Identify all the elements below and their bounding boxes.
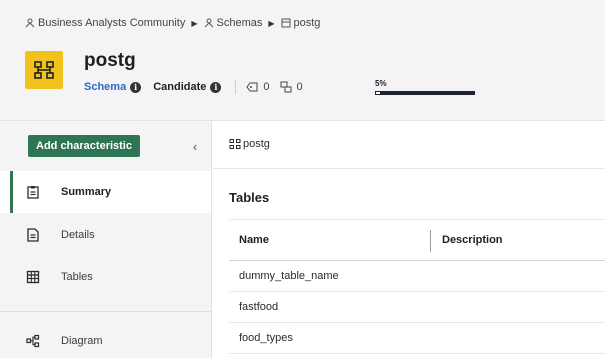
asset-header: Business Analysts Community ▶ Schemas ▶ … bbox=[0, 0, 605, 121]
asset-name: postg bbox=[243, 138, 270, 150]
sidebar-item-tables[interactable]: Tables bbox=[0, 256, 211, 298]
asset-meta: Schema i Candidate i 0 0 bbox=[84, 80, 303, 94]
table-row[interactable]: fastfood bbox=[229, 292, 605, 323]
breadcrumb-current[interactable]: postg bbox=[281, 17, 321, 29]
chevron-left-icon[interactable]: ‹ bbox=[188, 137, 202, 155]
divider bbox=[213, 168, 605, 169]
relation-counter[interactable]: 0 bbox=[280, 81, 303, 93]
main-content: postg Tables Name Description dummy_tabl… bbox=[213, 121, 605, 358]
sidebar-item-label: Diagram bbox=[61, 335, 103, 347]
breadcrumb-separator-icon: ▶ bbox=[268, 18, 275, 28]
breadcrumb-schemas-label: Schemas bbox=[216, 17, 263, 29]
sidebar: Add characteristic ‹ Summary Details Tab… bbox=[0, 121, 212, 358]
add-characteristic-button[interactable]: Add characteristic bbox=[28, 135, 140, 157]
breadcrumb-current-label: postg bbox=[293, 17, 321, 29]
asset-type-link[interactable]: Schema bbox=[84, 81, 126, 93]
column-header-name[interactable]: Name bbox=[239, 234, 269, 246]
schema-icon bbox=[25, 51, 63, 89]
info-icon[interactable]: i bbox=[210, 81, 222, 93]
sidebar-item-label: Summary bbox=[61, 186, 112, 198]
column-resize-handle[interactable] bbox=[430, 230, 431, 252]
completeness-label: 5% bbox=[375, 79, 387, 88]
breadcrumb-schemas[interactable]: Schemas bbox=[204, 17, 263, 29]
community-icon bbox=[25, 18, 35, 28]
clipboard-icon bbox=[27, 186, 39, 199]
sidebar-item-summary[interactable]: Summary bbox=[0, 171, 211, 213]
tag-counter[interactable]: 0 bbox=[246, 81, 270, 93]
table-header: Name Description bbox=[229, 219, 605, 261]
table-cell-name[interactable]: fastfood bbox=[239, 301, 278, 313]
table-icon bbox=[26, 270, 40, 284]
breadcrumb-community-label: Business Analysts Community bbox=[38, 17, 186, 29]
tag-icon bbox=[246, 82, 258, 92]
status-label[interactable]: Candidate bbox=[153, 81, 206, 93]
document-icon bbox=[27, 228, 39, 242]
divider bbox=[0, 311, 211, 312]
breadcrumb-community[interactable]: Business Analysts Community bbox=[25, 17, 185, 29]
section-title: Tables bbox=[229, 190, 270, 205]
diagram-icon bbox=[26, 334, 40, 348]
sidebar-item-label: Details bbox=[61, 229, 95, 241]
table-row[interactable]: food_types bbox=[229, 323, 605, 354]
tables-table: Name Description dummy_table_name fastfo… bbox=[229, 219, 605, 354]
table-cell-name[interactable]: dummy_table_name bbox=[239, 270, 339, 282]
divider bbox=[235, 80, 237, 94]
sidebar-item-diagram[interactable]: Diagram bbox=[0, 320, 211, 358]
completeness-progress: 5% bbox=[375, 79, 475, 95]
sidebar-item-label: Tables bbox=[61, 271, 93, 283]
community-icon bbox=[204, 18, 213, 28]
table-cell-name[interactable]: food_types bbox=[239, 332, 293, 344]
asset-name-heading: postg bbox=[229, 138, 270, 150]
schema-icon bbox=[229, 139, 241, 149]
breadcrumb: Business Analysts Community ▶ Schemas ▶ … bbox=[25, 17, 320, 29]
relation-count: 0 bbox=[296, 81, 303, 93]
progress-fill bbox=[375, 91, 381, 95]
info-icon[interactable]: i bbox=[130, 81, 142, 93]
tag-count: 0 bbox=[263, 81, 270, 93]
column-header-description[interactable]: Description bbox=[442, 234, 503, 246]
page-title: postg bbox=[84, 50, 136, 71]
progress-track bbox=[375, 91, 475, 95]
sidebar-item-details[interactable]: Details bbox=[0, 214, 211, 256]
table-row[interactable]: dummy_table_name bbox=[229, 261, 605, 292]
relations-icon bbox=[280, 81, 292, 93]
breadcrumb-separator-icon: ▶ bbox=[191, 18, 198, 28]
schema-icon bbox=[281, 18, 291, 28]
